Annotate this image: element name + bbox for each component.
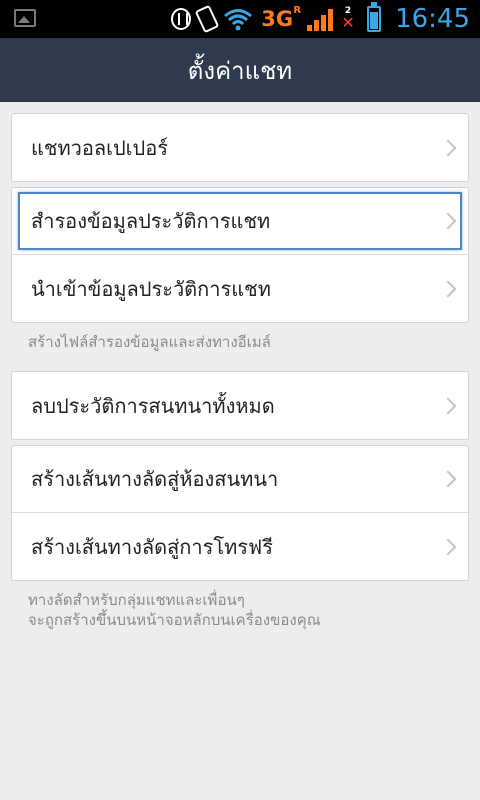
settings-group-shortcuts: สร้างเส้นทางลัดสู่ห้องสนทนา สร้างเส้นทาง… — [11, 445, 469, 581]
image-notification-icon — [14, 9, 36, 27]
settings-group-backup: สำรองข้อมูลประวัติการแชท นำเข้าข้อมูลประ… — [11, 187, 469, 323]
sim-slot-number: 2 — [344, 6, 352, 16]
shortcut-note: ทางลัดสำหรับกลุ่มแชทและเพื่อนๆ จะถูกสร้า… — [28, 590, 321, 630]
free-call-shortcut-row[interactable]: สร้างเส้นทางลัดสู่การโทรฟรี — [12, 513, 468, 580]
battery-icon — [367, 2, 382, 32]
chevron-right-icon — [439, 212, 457, 230]
clock: 16:45 — [395, 4, 470, 34]
row-label: แชทวอลเปเปอร์ — [31, 135, 168, 160]
network-type: 3G R — [261, 5, 302, 31]
roaming-indicator: R — [293, 5, 302, 16]
sync-icon — [171, 8, 192, 30]
signal-icon — [307, 7, 334, 31]
page-title: ตั้งค่าแชท — [187, 56, 293, 85]
row-label: นำเข้าข้อมูลประวัติการแชท — [31, 276, 271, 301]
chevron-right-icon — [439, 470, 457, 488]
import-chat-history-row[interactable]: นำเข้าข้อมูลประวัติการแชท — [12, 255, 468, 322]
chevron-right-icon — [439, 538, 457, 555]
row-label: สร้างเส้นทางลัดสู่ห้องสนทนา — [31, 467, 279, 491]
wifi-icon — [224, 9, 253, 31]
chat-wallpaper-row[interactable]: แชทวอลเปเปอร์ — [12, 114, 468, 181]
delete-all-chats-row[interactable]: ลบประวัติการสนทนาทั้งหมด — [12, 372, 468, 439]
status-bar: 3G R 2 ✕ 16:45 — [0, 0, 480, 38]
shortcut-note-line: ทางลัดสำหรับกลุ่มแชทและเพื่อนๆ — [28, 591, 245, 609]
chevron-right-icon — [439, 280, 457, 297]
settings-group-delete: ลบประวัติการสนทนาทั้งหมด — [11, 371, 469, 440]
chevron-right-icon — [439, 397, 457, 414]
shortcut-note-line: จะถูกสร้างขึ้นบนหน้าจอหลักบนเครื่องของคุ… — [28, 611, 321, 629]
no-sim-icon: 2 ✕ — [341, 6, 355, 32]
chat-room-shortcut-row[interactable]: สร้างเส้นทางลัดสู่ห้องสนทนา — [12, 446, 468, 513]
vibrate-icon — [194, 4, 220, 34]
row-label: ลบประวัติการสนทนาทั้งหมด — [31, 393, 275, 418]
backup-note: สร้างไฟล์สำรองข้อมูลและส่งทางอีเมล์ — [28, 333, 271, 351]
row-label: สำรองข้อมูลประวัติการแชท — [31, 209, 271, 233]
chevron-right-icon — [439, 139, 457, 156]
row-label: สร้างเส้นทางลัดสู่การโทรฟรี — [31, 534, 273, 559]
settings-group-wallpaper: แชทวอลเปเปอร์ — [11, 113, 469, 182]
backup-chat-history-row[interactable]: สำรองข้อมูลประวัติการแชท — [12, 188, 468, 255]
app-header: ตั้งค่าแชท — [0, 38, 480, 102]
